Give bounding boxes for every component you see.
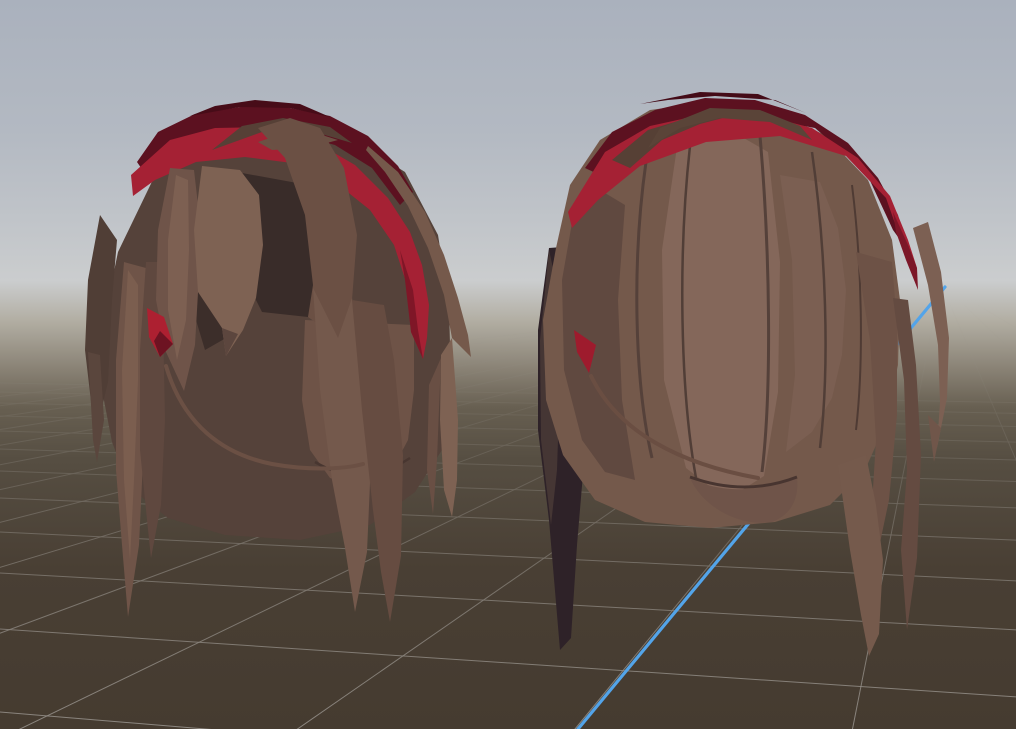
- scene-viewport[interactable]: [0, 0, 1016, 729]
- scene-canvas[interactable]: [0, 0, 1016, 729]
